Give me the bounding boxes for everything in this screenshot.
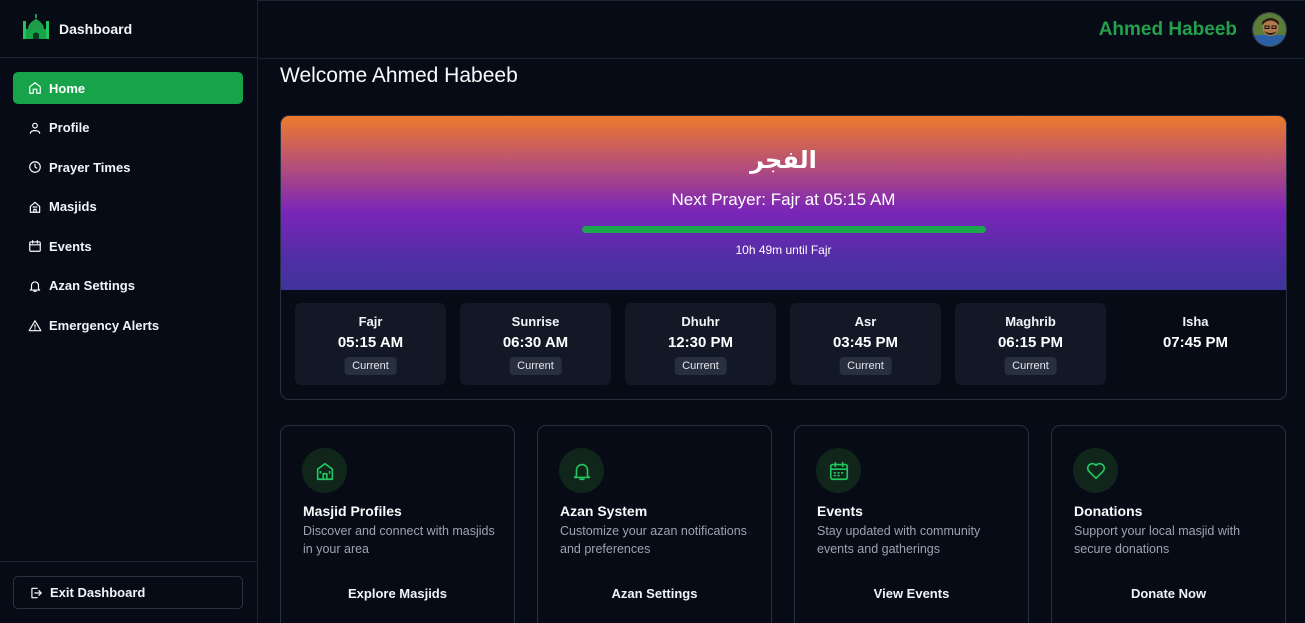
prayer-time: 06:15 PM	[997, 334, 1064, 351]
feature-description: Discover and connect with masjids in you…	[303, 524, 495, 556]
masjid-icon	[29, 201, 41, 213]
prayer-time-asr[interactable]: Asr 03:45 PM Current	[790, 303, 941, 385]
azan-settings-link[interactable]: Azan Settings	[538, 586, 771, 601]
exit-dashboard-button[interactable]: Exit Dashboard	[13, 576, 243, 609]
next-prayer-banner: الفجر Next Prayer: Fajr at 05:15 AM 10h …	[281, 116, 1286, 290]
user-name[interactable]: Ahmed Habeeb	[1099, 19, 1237, 41]
prayer-time: 07:45 PM	[1162, 334, 1229, 351]
sidebar-item-masjids[interactable]: Masjids	[13, 191, 243, 223]
prayer-name: Dhuhr	[681, 314, 720, 329]
feature-title: Donations	[1074, 503, 1143, 519]
status-badge: Current	[674, 357, 727, 375]
explore-masjids-link[interactable]: Explore Masjids	[281, 586, 514, 601]
sidebar-item-events[interactable]: Events	[13, 230, 243, 262]
clock-icon	[29, 161, 41, 174]
sidebar-item-prayer-times[interactable]: Prayer Times	[13, 151, 243, 183]
prayer-arabic-name: الفجر	[750, 146, 817, 174]
prayer-time-maghrib[interactable]: Maghrib 06:15 PM Current	[955, 303, 1106, 385]
prayer-time-fajr[interactable]: Fajr 05:15 AM Current	[295, 303, 446, 385]
exit-dashboard-label: Exit Dashboard	[50, 585, 146, 600]
feature-card-azan-system: Azan System Customize your azan notifica…	[537, 425, 772, 623]
prayer-name: Maghrib	[1005, 314, 1056, 329]
calendar-icon	[29, 240, 41, 253]
prayer-time: 12:30 PM	[667, 334, 734, 351]
prayer-time: 06:30 AM	[502, 334, 569, 351]
prayer-time-sunrise[interactable]: Sunrise 06:30 AM Current	[460, 303, 611, 385]
prayer-time-isha[interactable]: Isha 07:45 PM	[1120, 303, 1271, 385]
feature-card-events: Events Stay updated with community event…	[794, 425, 1029, 623]
sidebar-item-azan-settings[interactable]: Azan Settings	[13, 270, 243, 302]
prayer-time: 03:45 PM	[832, 334, 899, 351]
sidebar-item-label: Events	[49, 238, 92, 254]
prayer-name: Asr	[854, 314, 877, 329]
prayer-progress-fill	[582, 226, 986, 233]
bell-icon	[559, 448, 604, 493]
heart-icon	[1073, 448, 1118, 493]
sidebar-nav: Home Profile Prayer Times Masjids Events…	[0, 58, 257, 342]
sidebar-item-emergency-alerts[interactable]: Emergency Alerts	[13, 310, 243, 342]
prayer-name: Isha	[1182, 314, 1209, 329]
avatar[interactable]	[1252, 12, 1287, 47]
feature-title: Azan System	[560, 503, 648, 519]
sidebar-footer: Exit Dashboard	[0, 561, 257, 623]
prayer-times-card: الفجر Next Prayer: Fajr at 05:15 AM 10h …	[280, 115, 1287, 400]
brand[interactable]: Dashboard	[0, 0, 257, 58]
donate-now-link[interactable]: Donate Now	[1052, 586, 1285, 601]
status-badge: Current	[1004, 357, 1057, 375]
sidebar-item-home[interactable]: Home	[13, 72, 243, 104]
sidebar-item-label: Masjids	[49, 199, 97, 215]
sidebar-item-profile[interactable]: Profile	[13, 112, 243, 144]
sidebar-item-label: Emergency Alerts	[49, 318, 160, 334]
bell-icon	[29, 281, 41, 292]
status-badge: Current	[839, 357, 892, 375]
status-badge: Current	[344, 357, 397, 375]
prayer-name: Fajr	[358, 314, 383, 329]
masjid-icon	[302, 448, 347, 493]
next-prayer-text: Next Prayer: Fajr at 05:15 AM	[671, 190, 896, 209]
prayer-progress-bar	[582, 226, 986, 233]
feature-card-masjid-profiles: Masjid Profiles Discover and connect wit…	[280, 425, 515, 623]
user-icon	[29, 122, 41, 134]
prayer-name: Sunrise	[511, 314, 560, 329]
feature-cards: Masjid Profiles Discover and connect wit…	[280, 425, 1286, 623]
home-icon	[29, 82, 41, 94]
prayer-times-row: Fajr 05:15 AM Current Sunrise 06:30 AM C…	[295, 303, 1285, 385]
feature-description: Customize your azan notifications and pr…	[560, 524, 747, 556]
view-events-link[interactable]: View Events	[795, 586, 1028, 601]
prayer-time-dhuhr[interactable]: Dhuhr 12:30 PM Current	[625, 303, 776, 385]
page-title: Welcome Ahmed Habeeb	[280, 64, 518, 87]
countdown-text: 10h 49m until Fajr	[735, 243, 832, 257]
feature-card-donations: Donations Support your local masjid with…	[1051, 425, 1286, 623]
feature-description: Stay updated with community events and g…	[817, 524, 981, 556]
status-badge: Current	[509, 357, 562, 375]
feature-title: Masjid Profiles	[303, 503, 402, 519]
mosque-logo-icon	[22, 11, 50, 46]
sidebar-item-label: Prayer Times	[49, 159, 131, 175]
feature-title: Events	[817, 503, 863, 519]
sidebar-item-label: Azan Settings	[49, 278, 135, 294]
logout-icon	[31, 587, 42, 598]
warning-icon	[28, 319, 42, 331]
calendar-icon	[816, 448, 861, 493]
feature-description: Support your local masjid with secure do…	[1074, 524, 1241, 556]
sidebar: Dashboard Home Profile Prayer Times Masj…	[0, 0, 258, 623]
brand-title: Dashboard	[59, 20, 133, 37]
sidebar-item-label: Home	[49, 80, 86, 96]
top-bar: Ahmed Habeeb	[258, 0, 1305, 59]
sidebar-item-label: Profile	[49, 120, 90, 136]
prayer-time: 05:15 AM	[337, 334, 404, 351]
